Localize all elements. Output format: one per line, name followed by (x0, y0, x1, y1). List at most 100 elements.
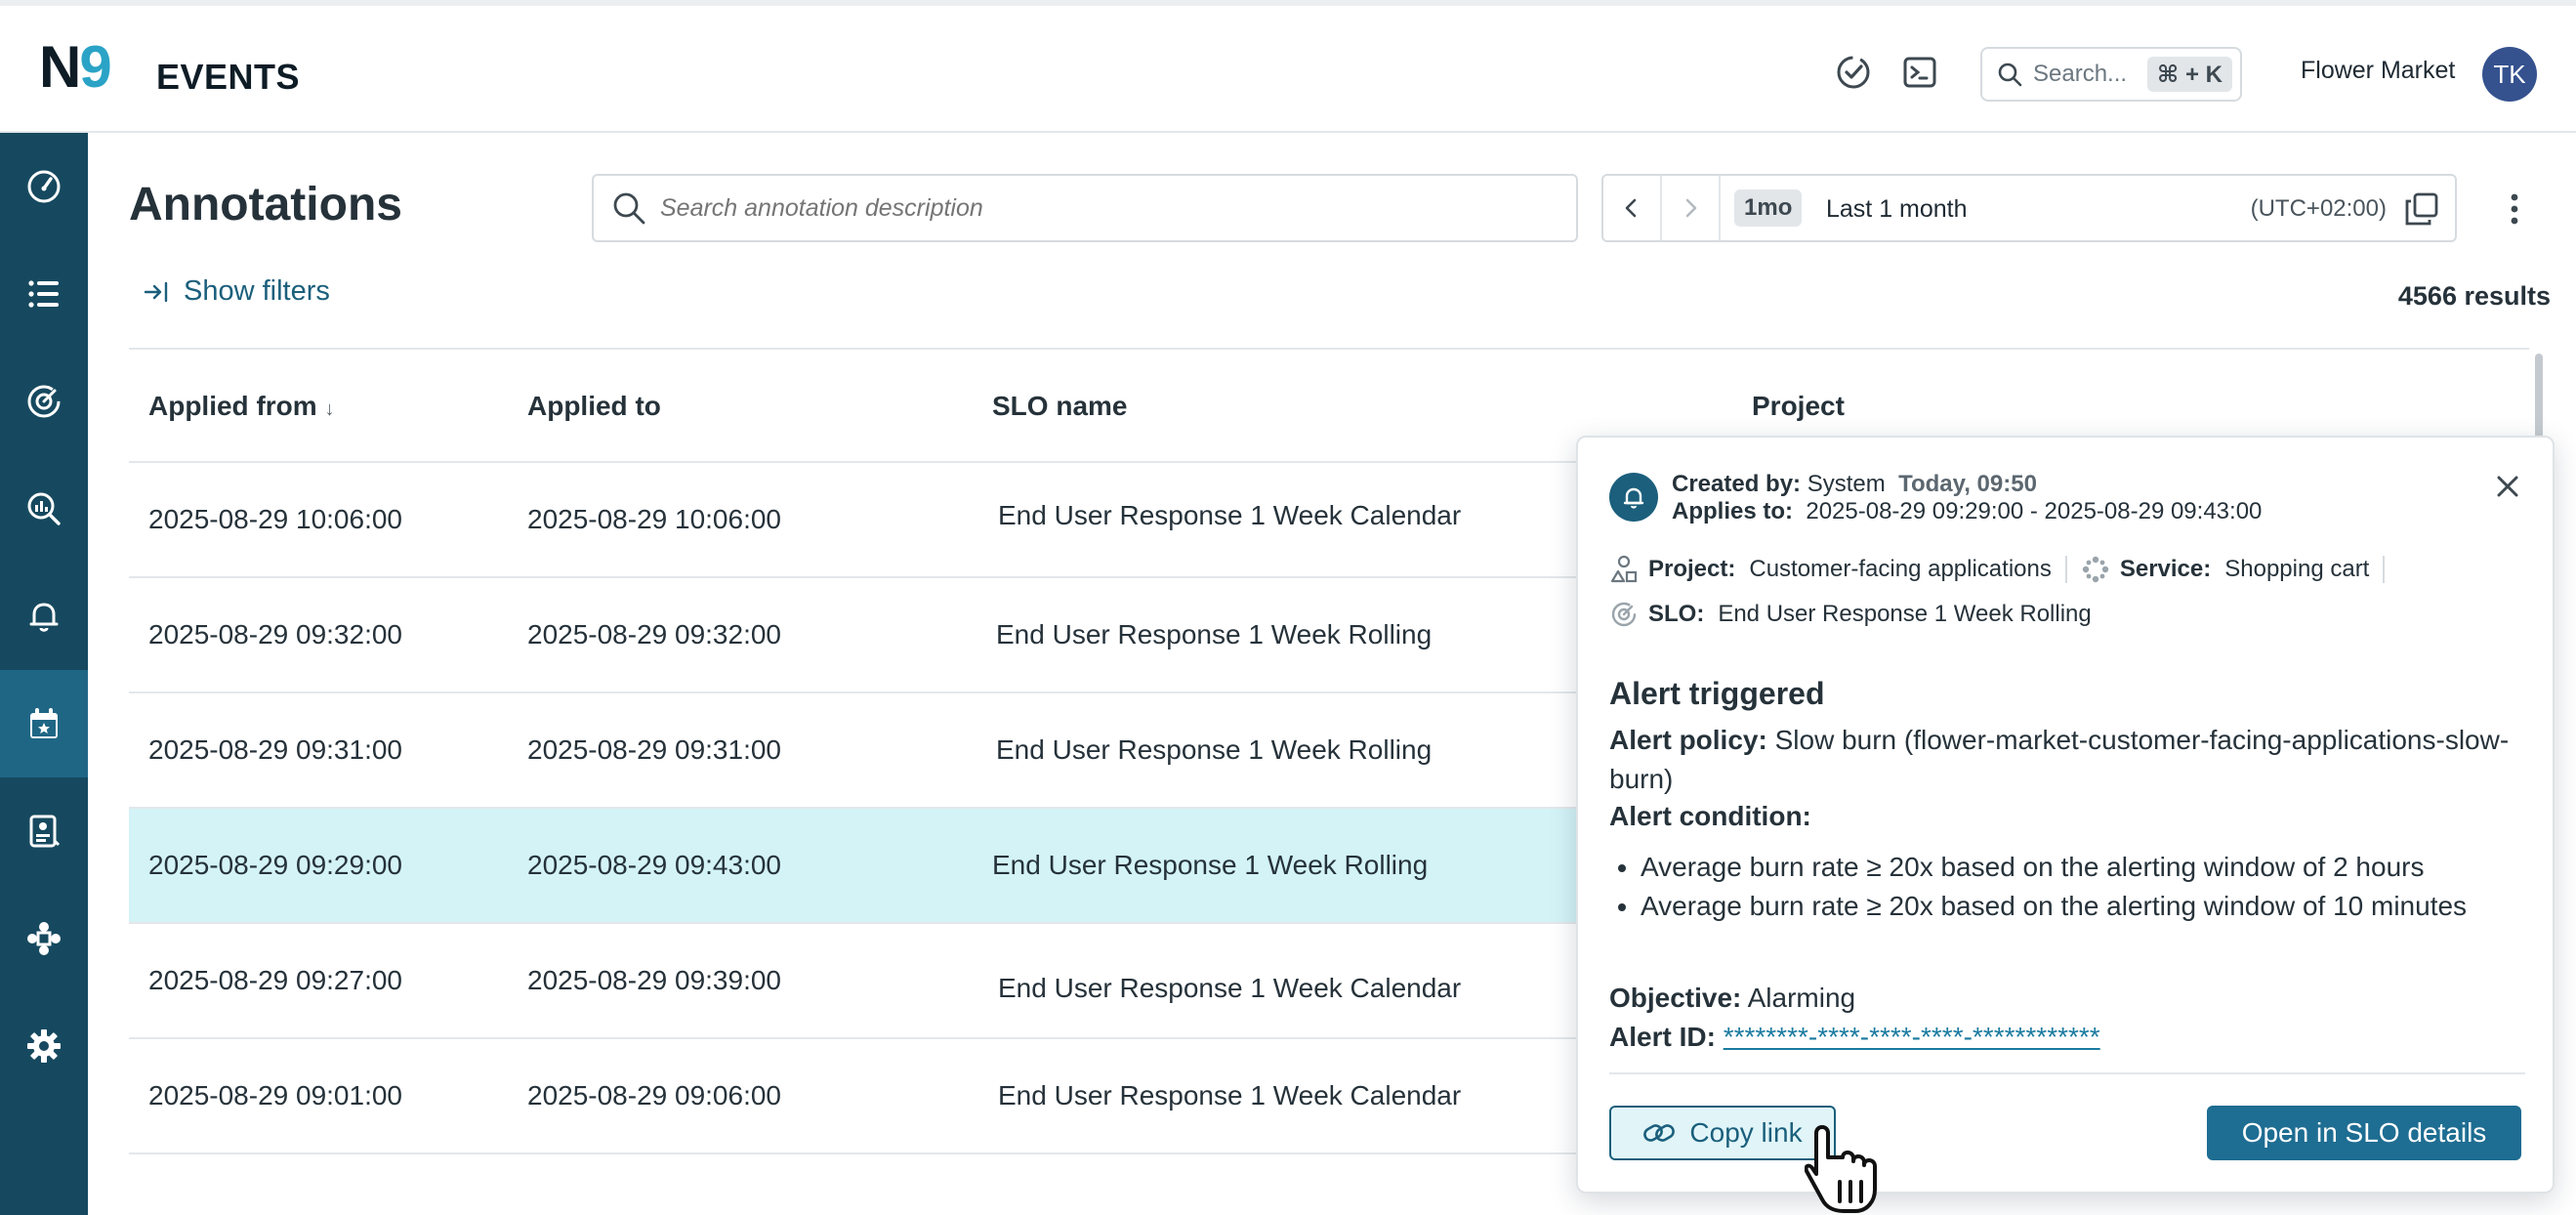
cell-applied-to: 2025-08-29 10:06:00 (527, 504, 781, 534)
sidebar-item-dashboard[interactable] (0, 133, 88, 240)
annotation-details-popover: Created by: System Today, 09:50 Applies … (1576, 436, 2555, 1194)
meta-row-slo: SLO: End User Response 1 Week Rolling (1609, 600, 2092, 629)
date-range-label: Last 1 month (1826, 195, 1968, 223)
global-search[interactable]: Search... ⌘ + K (1980, 47, 2242, 102)
project-label: Project: (1648, 556, 1736, 582)
cell-applied-from: 2025-08-29 09:27:00 (148, 965, 402, 995)
cell-slo-name: End User Response 1 Week Rolling (996, 619, 1433, 649)
search-icon (1998, 63, 2022, 87)
alert-id-link[interactable]: ********-****-****-****-************ (1724, 1022, 2100, 1052)
show-filters-label: Show filters (184, 275, 330, 307)
cell-slo-name: End User Response 1 Week Calendar (998, 500, 1462, 530)
nobl9-logo[interactable]: N 9 (39, 34, 112, 100)
created-time: Today, 09:50 (1898, 471, 2037, 497)
logo-letter: N (39, 34, 81, 100)
date-prev-button[interactable] (1603, 176, 1662, 240)
more-options-button[interactable] (2500, 188, 2529, 230)
close-popover-button[interactable] (2488, 467, 2527, 506)
chevron-left-icon (1625, 198, 1637, 218)
objective-value: Alarming (1747, 983, 1856, 1013)
global-search-placeholder: Search... (2033, 61, 2128, 87)
sidebar-item-reports[interactable] (0, 777, 88, 885)
applies-to-line: Applies to: 2025-08-29 09:29:00 - 2025-0… (1672, 498, 2262, 525)
service-icon (2082, 556, 2109, 583)
list-icon (28, 280, 59, 308)
hand-pointer-cursor-icon (1805, 1125, 1877, 1213)
cell-applied-to: 2025-08-29 09:31:00 (527, 734, 781, 765)
alert-policy: Alert policy: Slow burn (flower-market-c… (1609, 721, 2517, 799)
column-applied-from[interactable]: Applied from ↓ (148, 391, 334, 422)
sidebar-item-list[interactable] (0, 240, 88, 348)
alert-policy-label: Alert policy: (1609, 725, 1767, 755)
cell-applied-to: 2025-08-29 09:43:00 (527, 850, 781, 880)
cell-applied-from: 2025-08-29 10:06:00 (148, 504, 402, 534)
applies-to-value: 2025-08-29 09:29:00 - 2025-08-29 09:43:0… (1806, 498, 2263, 524)
cell-slo-name: End User Response 1 Week Calendar (998, 1080, 1462, 1110)
alert-condition: Alert condition: (1609, 797, 2517, 836)
sidebar-item-analysis[interactable] (0, 455, 88, 563)
project-value[interactable]: Customer-facing applications (1749, 556, 2051, 583)
applies-to-label: Applies to: (1672, 498, 1793, 524)
date-range-picker[interactable]: 1mo Last 1 month (UTC+02:00) (1601, 174, 2457, 242)
date-next-button[interactable] (1662, 176, 1721, 240)
column-applied-from-label: Applied from (148, 391, 317, 421)
slo-target-icon (1611, 602, 1637, 627)
sidebar-item-settings[interactable] (0, 992, 88, 1100)
open-slo-details-button[interactable]: Open in SLO details (2207, 1106, 2521, 1160)
divider (1609, 1072, 2525, 1074)
top-bar: N 9 EVENTS Search... ⌘ + K Flower Market… (0, 0, 2576, 133)
column-applied-to[interactable]: Applied to (527, 391, 661, 422)
show-filters-button[interactable]: Show filters (143, 275, 330, 308)
slo-label: SLO: (1648, 601, 1705, 627)
analysis-search-icon (27, 492, 61, 525)
gear-icon (27, 1029, 61, 1063)
search-shortcut-badge: ⌘ + K (2147, 57, 2232, 92)
annotation-search-input[interactable] (660, 193, 1539, 223)
sort-desc-icon: ↓ (324, 398, 335, 420)
created-by-value: System (1807, 471, 1886, 497)
annotation-search[interactable] (592, 174, 1578, 242)
alert-id-label: Alert ID: (1609, 1022, 1716, 1052)
sidebar-item-alerts[interactable] (0, 563, 88, 670)
copy-link-label: Copy link (1689, 1117, 1803, 1148)
project-icon (1610, 555, 1638, 583)
bell-icon (29, 603, 59, 632)
cell-applied-from: 2025-08-29 09:32:00 (148, 619, 402, 649)
report-icon (29, 815, 61, 848)
link-icon (1643, 1124, 1676, 1142)
column-slo-name[interactable]: SLO name (992, 391, 1127, 422)
sidebar-item-services[interactable] (0, 885, 88, 992)
sidebar-item-slo[interactable] (0, 348, 88, 455)
column-project[interactable]: Project (1752, 391, 1845, 422)
alert-condition-list: Average burn rate ≥ 20x based on the ale… (1641, 848, 2500, 926)
service-value[interactable]: Shopping cart (2224, 556, 2369, 583)
alert-id: Alert ID: ********-****-****-****-******… (1609, 1018, 2517, 1057)
copy-link-button[interactable]: Copy link (1609, 1106, 1836, 1160)
created-by-label: Created by: (1672, 471, 1802, 497)
table-scrollbar[interactable] (2535, 354, 2543, 443)
logo-digit: 9 (79, 34, 112, 100)
cell-applied-to: 2025-08-29 09:39:00 (527, 965, 781, 995)
cell-applied-from: 2025-08-29 09:01:00 (148, 1080, 402, 1110)
kebab-menu-icon (2511, 193, 2518, 225)
sidebar-item-annotations[interactable] (0, 670, 88, 777)
chevron-right-icon (1685, 198, 1697, 218)
expand-panel-icon (144, 281, 168, 302)
list-item: Average burn rate ≥ 20x based on the ale… (1641, 848, 2500, 887)
slo-value[interactable]: End User Response 1 Week Rolling (1718, 601, 2091, 628)
slo-target-icon (27, 385, 61, 418)
app-name: EVENTS (156, 57, 301, 97)
sidebar (0, 133, 88, 1215)
page-title: Annotations (129, 179, 402, 230)
copy-icon (2405, 192, 2438, 226)
copy-range-button[interactable] (2402, 189, 2441, 229)
results-count: 4566 results (2397, 281, 2551, 311)
objective-label: Objective: (1609, 983, 1742, 1013)
list-item: Average burn rate ≥ 20x based on the ale… (1641, 887, 2500, 926)
status-check-icon[interactable] (1832, 51, 1875, 94)
terminal-icon[interactable] (1898, 51, 1941, 94)
organization-name[interactable]: Flower Market (2301, 57, 2455, 85)
user-avatar[interactable]: TK (2482, 47, 2537, 102)
meta-row-project-service: Project: Customer-facing applications Se… (1609, 555, 2398, 584)
bell-icon (1623, 487, 1644, 509)
